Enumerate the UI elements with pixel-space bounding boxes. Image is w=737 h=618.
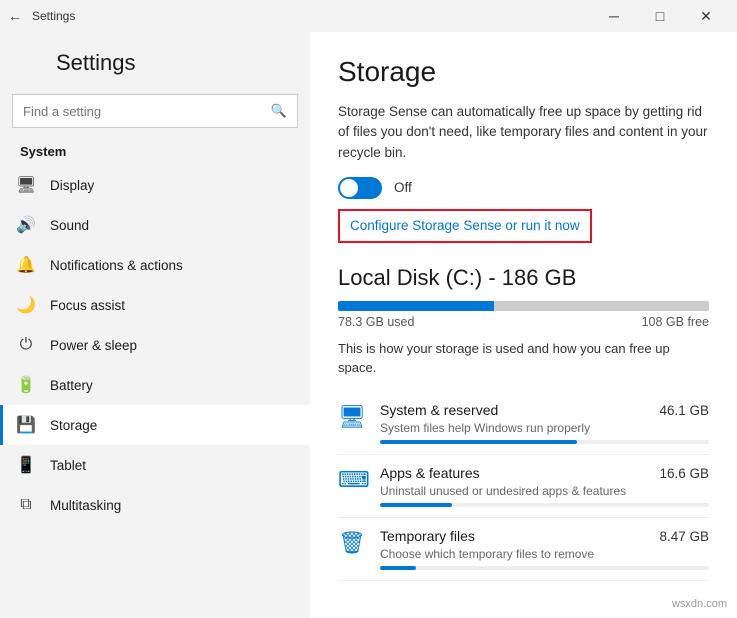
power-icon: ⏻	[16, 336, 36, 354]
sidebar-item-label-power: Power & sleep	[50, 338, 137, 353]
disk-bar-container	[338, 301, 709, 311]
sidebar-item-label-notifications: Notifications & actions	[50, 258, 183, 273]
title-bar-left: ← Settings	[8, 8, 75, 24]
temp-name: Temporary files	[380, 528, 475, 544]
search-box[interactable]: 🔍	[12, 94, 298, 128]
close-button[interactable]: ✕	[683, 0, 729, 32]
sidebar-item-focus[interactable]: 🌙 Focus assist	[0, 285, 310, 325]
system-size: 46.1 GB	[659, 403, 709, 418]
tablet-icon: 📱	[16, 455, 36, 475]
sound-icon: 🔊	[16, 215, 36, 235]
maximize-button[interactable]: □	[637, 0, 683, 32]
system-info: System & reserved 46.1 GB System files hel…	[380, 402, 709, 444]
storage-items-list: 🖥 System & reserved 46.1 GB System files he…	[338, 392, 709, 581]
apps-bar	[380, 503, 709, 507]
storage-sense-toggle[interactable]	[338, 177, 382, 199]
sidebar: Settings 🔍 System 🖥 Display 🔊 Sound 🔔 Notific…	[0, 32, 310, 618]
sidebar-item-label-sound: Sound	[50, 218, 89, 233]
search-icon: 🔍	[271, 103, 287, 119]
sidebar-item-power[interactable]: ⏻ Power & sleep	[0, 325, 310, 365]
storage-sense-desc: Storage Sense can automatically free up …	[338, 102, 709, 163]
apps-header: Apps & features 16.6 GB	[380, 465, 709, 481]
watermark: wsxdn.com	[672, 598, 727, 610]
system-icon: 🖥	[338, 404, 366, 430]
system-header: System & reserved 46.1 GB	[380, 402, 709, 418]
apps-size: 16.6 GB	[659, 466, 709, 481]
sidebar-item-tablet[interactable]: 📱 Tablet	[0, 445, 310, 485]
disk-bar-used	[338, 301, 494, 311]
temp-size: 8.47 GB	[659, 529, 709, 544]
temp-icon: 🗑	[338, 530, 366, 556]
apps-desc: Uninstall unused or undesired apps & fea…	[380, 484, 709, 498]
content-area: Storage Storage Sense can automatically …	[310, 32, 737, 618]
sidebar-item-battery[interactable]: 🔋 Battery	[0, 365, 310, 405]
multitasking-icon: ⧉	[16, 496, 36, 514]
apps-bar-fill	[380, 503, 452, 507]
disk-used: 78.3 GB used	[338, 315, 414, 329]
storage-item-temp[interactable]: 🗑 Temporary files 8.47 GB Choose which temp…	[338, 518, 709, 581]
temp-info: Temporary files 8.47 GB Choose which tempo…	[380, 528, 709, 570]
battery-icon: 🔋	[16, 375, 36, 395]
sidebar-item-label-focus: Focus assist	[50, 298, 125, 313]
toggle-label: Off	[394, 180, 412, 195]
app-title: Settings	[56, 50, 136, 75]
title-bar-title: Settings	[32, 9, 75, 23]
sidebar-item-label-tablet: Tablet	[50, 458, 86, 473]
apps-name: Apps & features	[380, 465, 480, 481]
display-icon: 🖥	[16, 175, 36, 195]
page-title: Storage	[338, 56, 709, 88]
configure-link-box: Configure Storage Sense or run it now	[338, 209, 592, 243]
search-input[interactable]	[23, 104, 271, 119]
apps-icon: ⌨	[338, 467, 366, 493]
disk-info-text: This is how your storage is used and how…	[338, 339, 709, 378]
nav-list: 🖥 Display 🔊 Sound 🔔 Notifications & actions 🌙 F…	[0, 165, 310, 525]
local-disk-title: Local Disk (C:) - 186 GB	[338, 265, 709, 291]
system-bar	[380, 440, 709, 444]
storage-item-system[interactable]: 🖥 System & reserved 46.1 GB System files he…	[338, 392, 709, 455]
minimize-button[interactable]: ─	[591, 0, 637, 32]
sidebar-item-notifications[interactable]: 🔔 Notifications & actions	[0, 245, 310, 285]
sidebar-item-display[interactable]: 🖥 Display	[0, 165, 310, 205]
temp-header: Temporary files 8.47 GB	[380, 528, 709, 544]
temp-bar-fill	[380, 566, 416, 570]
title-bar: ← Settings ─ □ ✕	[0, 0, 737, 32]
sidebar-item-sound[interactable]: 🔊 Sound	[0, 205, 310, 245]
toggle-row: Off	[338, 177, 709, 199]
sidebar-section-label: System	[0, 138, 310, 165]
back-icon[interactable]: ←	[8, 8, 22, 24]
main-layout: Settings 🔍 System 🖥 Display 🔊 Sound 🔔 Notific…	[0, 32, 737, 618]
toggle-thumb	[340, 179, 358, 197]
disk-stats: 78.3 GB used 108 GB free	[338, 315, 709, 329]
temp-bar	[380, 566, 709, 570]
storage-item-apps[interactable]: ⌨ Apps & features 16.6 GB Uninstall unused …	[338, 455, 709, 518]
system-desc: System files help Windows run properly	[380, 421, 709, 435]
storage-icon: 💾	[16, 415, 36, 435]
sidebar-item-storage[interactable]: 💾 Storage	[0, 405, 310, 445]
sidebar-item-label-storage: Storage	[50, 418, 97, 433]
temp-desc: Choose which temporary files to remove	[380, 547, 709, 561]
sidebar-item-multitasking[interactable]: ⧉ Multitasking	[0, 485, 310, 525]
sidebar-item-label-display: Display	[50, 178, 94, 193]
system-name: System & reserved	[380, 402, 498, 418]
notifications-icon: 🔔	[16, 255, 36, 275]
sidebar-item-label-multitasking: Multitasking	[50, 498, 121, 513]
system-bar-fill	[380, 440, 577, 444]
disk-free: 108 GB free	[642, 315, 709, 329]
apps-info: Apps & features 16.6 GB Uninstall unused o…	[380, 465, 709, 507]
sidebar-header: Settings	[0, 32, 310, 86]
sidebar-item-label-battery: Battery	[50, 378, 93, 393]
title-bar-controls: ─ □ ✕	[591, 0, 729, 32]
configure-link[interactable]: Configure Storage Sense or run it now	[350, 218, 580, 233]
focus-icon: 🌙	[16, 295, 36, 315]
